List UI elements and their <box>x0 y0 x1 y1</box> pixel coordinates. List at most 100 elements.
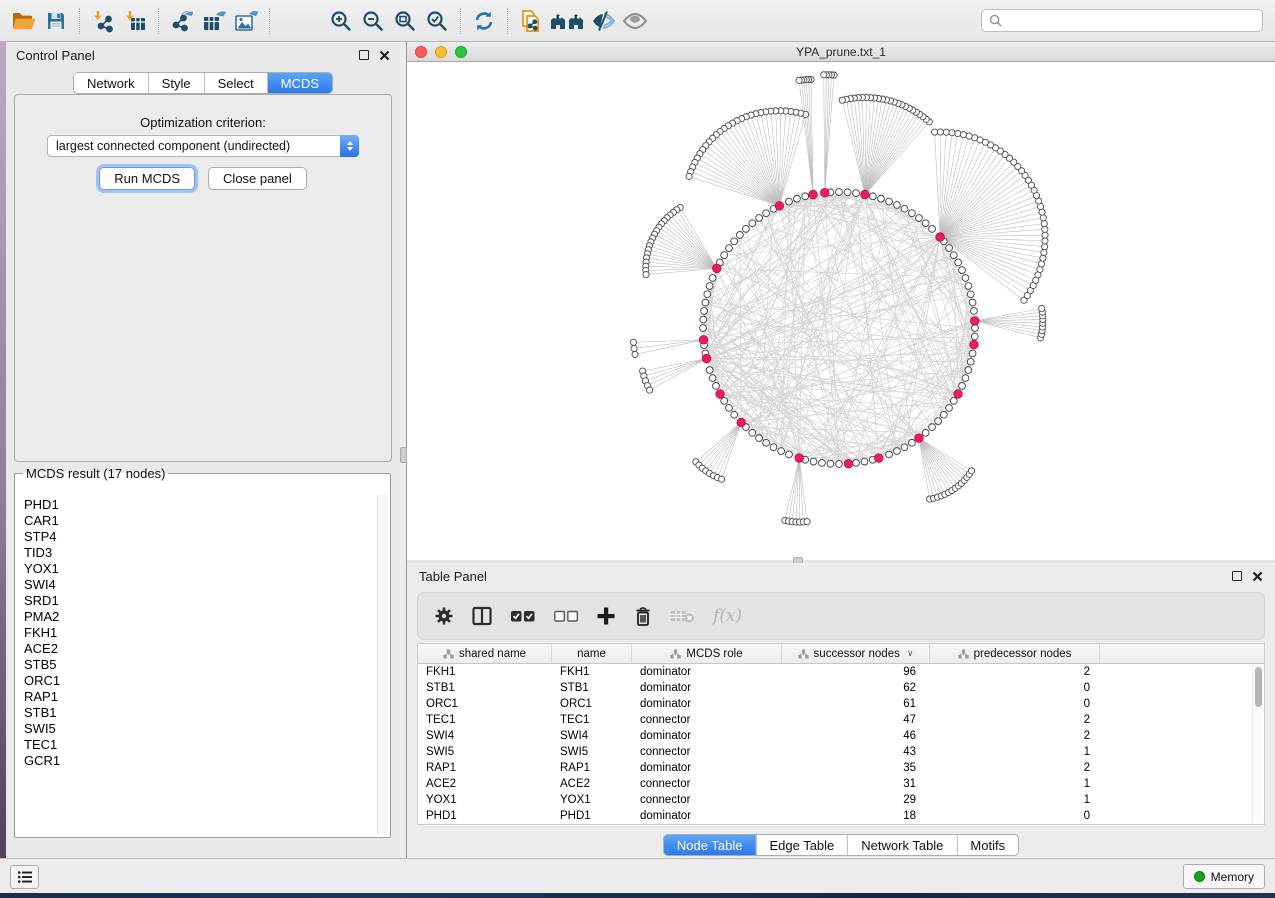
table-cell[interactable]: 47 <box>782 714 930 726</box>
network-node[interactable] <box>836 189 843 196</box>
mcds-result-list[interactable]: PHD1CAR1STP4TID3YOX1SWI4SRD1PMA2FKH1ACE2… <box>16 495 376 835</box>
table-cell[interactable]: 0 <box>930 810 1100 822</box>
table-cell[interactable]: 46 <box>782 730 930 742</box>
network-node[interactable] <box>908 210 915 217</box>
network-node[interactable] <box>821 72 827 78</box>
column-header-predecessor-nodes[interactable]: predecessor nodes <box>930 644 1100 663</box>
mcds-list-item[interactable]: ORC1 <box>24 673 376 689</box>
mcds-list-item[interactable]: GCR1 <box>24 753 376 769</box>
task-history-button[interactable] <box>10 865 39 889</box>
network-hub-node[interactable] <box>844 459 853 468</box>
network-node[interactable] <box>1041 249 1047 255</box>
network-node[interactable] <box>819 460 826 467</box>
network-node[interactable] <box>967 358 974 365</box>
vertical-splitter[interactable] <box>400 42 407 858</box>
network-node[interactable] <box>836 461 843 468</box>
table-row[interactable]: YOX1YOX1connector291 <box>418 792 1264 808</box>
network-node[interactable] <box>929 225 936 232</box>
table-row[interactable]: RAP1RAP1dominator352 <box>418 760 1264 776</box>
network-node[interactable] <box>1041 220 1047 226</box>
table-cell[interactable]: PHD1 <box>552 810 632 822</box>
column-header-mcds-role[interactable]: MCDS role <box>632 644 782 663</box>
network-node[interactable] <box>861 458 868 465</box>
delete-icon[interactable] <box>633 606 653 627</box>
table-cell[interactable]: 61 <box>782 698 930 710</box>
table-cell[interactable]: 18 <box>782 810 930 822</box>
search-field[interactable] <box>981 9 1263 32</box>
tab-network[interactable]: Network <box>74 73 148 93</box>
network-node[interactable] <box>916 215 923 222</box>
network-hub-node[interactable] <box>775 201 784 210</box>
table-cell[interactable]: connector <box>632 794 782 806</box>
network-hub-node[interactable] <box>915 434 924 443</box>
network-node[interactable] <box>894 202 901 209</box>
network-node[interactable] <box>1040 255 1046 261</box>
mcds-list-item[interactable]: FKH1 <box>24 625 376 641</box>
tab-node-table[interactable]: Node Table <box>664 835 756 855</box>
network-node[interactable] <box>701 308 708 315</box>
export-network-button[interactable] <box>166 6 198 36</box>
table-cell[interactable]: 96 <box>782 666 930 678</box>
column-header-successor-nodes[interactable]: successor nodes ∨ <box>782 644 930 663</box>
network-node[interactable] <box>931 129 937 135</box>
network-hub-node[interactable] <box>820 188 829 197</box>
network-node[interactable] <box>950 252 957 259</box>
select-all-icon[interactable] <box>510 608 536 624</box>
tab-motifs[interactable]: Motifs <box>956 835 1018 855</box>
table-row[interactable]: PHD1PHD1dominator180 <box>418 808 1264 824</box>
network-node[interactable] <box>647 387 653 393</box>
table-cell[interactable]: SWI4 <box>552 730 632 742</box>
network-node[interactable] <box>878 195 885 202</box>
table-cell[interactable]: ORC1 <box>552 698 632 710</box>
table-cell[interactable]: 2 <box>930 762 1100 774</box>
table-cell[interactable]: 35 <box>782 762 930 774</box>
close-panel-button[interactable]: Close panel <box>208 167 307 190</box>
network-node[interactable] <box>971 333 978 340</box>
mcds-list-item[interactable]: TID3 <box>24 545 376 561</box>
network-node[interactable] <box>955 259 962 266</box>
table-cell[interactable]: connector <box>632 778 782 790</box>
mcds-list-item[interactable]: STB5 <box>24 657 376 673</box>
network-node[interactable] <box>839 97 845 103</box>
table-cell[interactable]: 62 <box>782 682 930 694</box>
network-node[interactable] <box>949 130 955 136</box>
column-header-shared-name[interactable]: shared name <box>418 644 552 663</box>
network-node[interactable] <box>886 451 893 458</box>
gear-icon[interactable] <box>434 606 454 626</box>
network-node[interactable] <box>726 405 733 412</box>
zoom-fit-button[interactable] <box>389 6 421 36</box>
memory-button[interactable]: Memory <box>1183 864 1265 889</box>
network-node[interactable] <box>702 299 709 306</box>
table-cell[interactable]: TEC1 <box>418 714 552 726</box>
network-hub-node[interactable] <box>936 233 945 242</box>
search-input[interactable] <box>1007 14 1255 28</box>
table-cell[interactable]: 31 <box>782 778 930 790</box>
network-node[interactable] <box>706 367 713 374</box>
duplicate-network-button[interactable] <box>515 6 547 36</box>
network-node[interactable] <box>632 351 638 357</box>
table-row[interactable]: ACE2ACE2connector311 <box>418 776 1264 792</box>
table-cell[interactable]: ORC1 <box>418 698 552 710</box>
mcds-list-item[interactable]: STB1 <box>24 705 376 721</box>
network-node[interactable] <box>853 190 860 197</box>
tab-style[interactable]: Style <box>148 73 204 93</box>
table-cell[interactable]: YOX1 <box>552 794 632 806</box>
network-node[interactable] <box>721 252 728 259</box>
float-panel-icon[interactable] <box>1232 571 1242 581</box>
deselect-all-icon[interactable] <box>553 608 579 624</box>
tab-mcds[interactable]: MCDS <box>267 73 332 93</box>
table-cell[interactable]: STB1 <box>552 682 632 694</box>
run-mcds-button[interactable]: Run MCDS <box>99 167 195 190</box>
network-node[interactable] <box>950 397 957 404</box>
export-image-button[interactable] <box>230 6 262 36</box>
network-node[interactable] <box>894 448 901 455</box>
network-node[interactable] <box>946 405 953 412</box>
table-cell[interactable]: dominator <box>632 762 782 774</box>
network-node[interactable] <box>630 339 636 345</box>
table-cell[interactable]: 1 <box>930 778 1100 790</box>
network-node[interactable] <box>1038 261 1044 267</box>
table-cell[interactable]: PHD1 <box>418 810 552 822</box>
network-node[interactable] <box>955 130 961 136</box>
table-cell[interactable]: 1 <box>930 746 1100 758</box>
network-node[interactable] <box>827 460 834 467</box>
